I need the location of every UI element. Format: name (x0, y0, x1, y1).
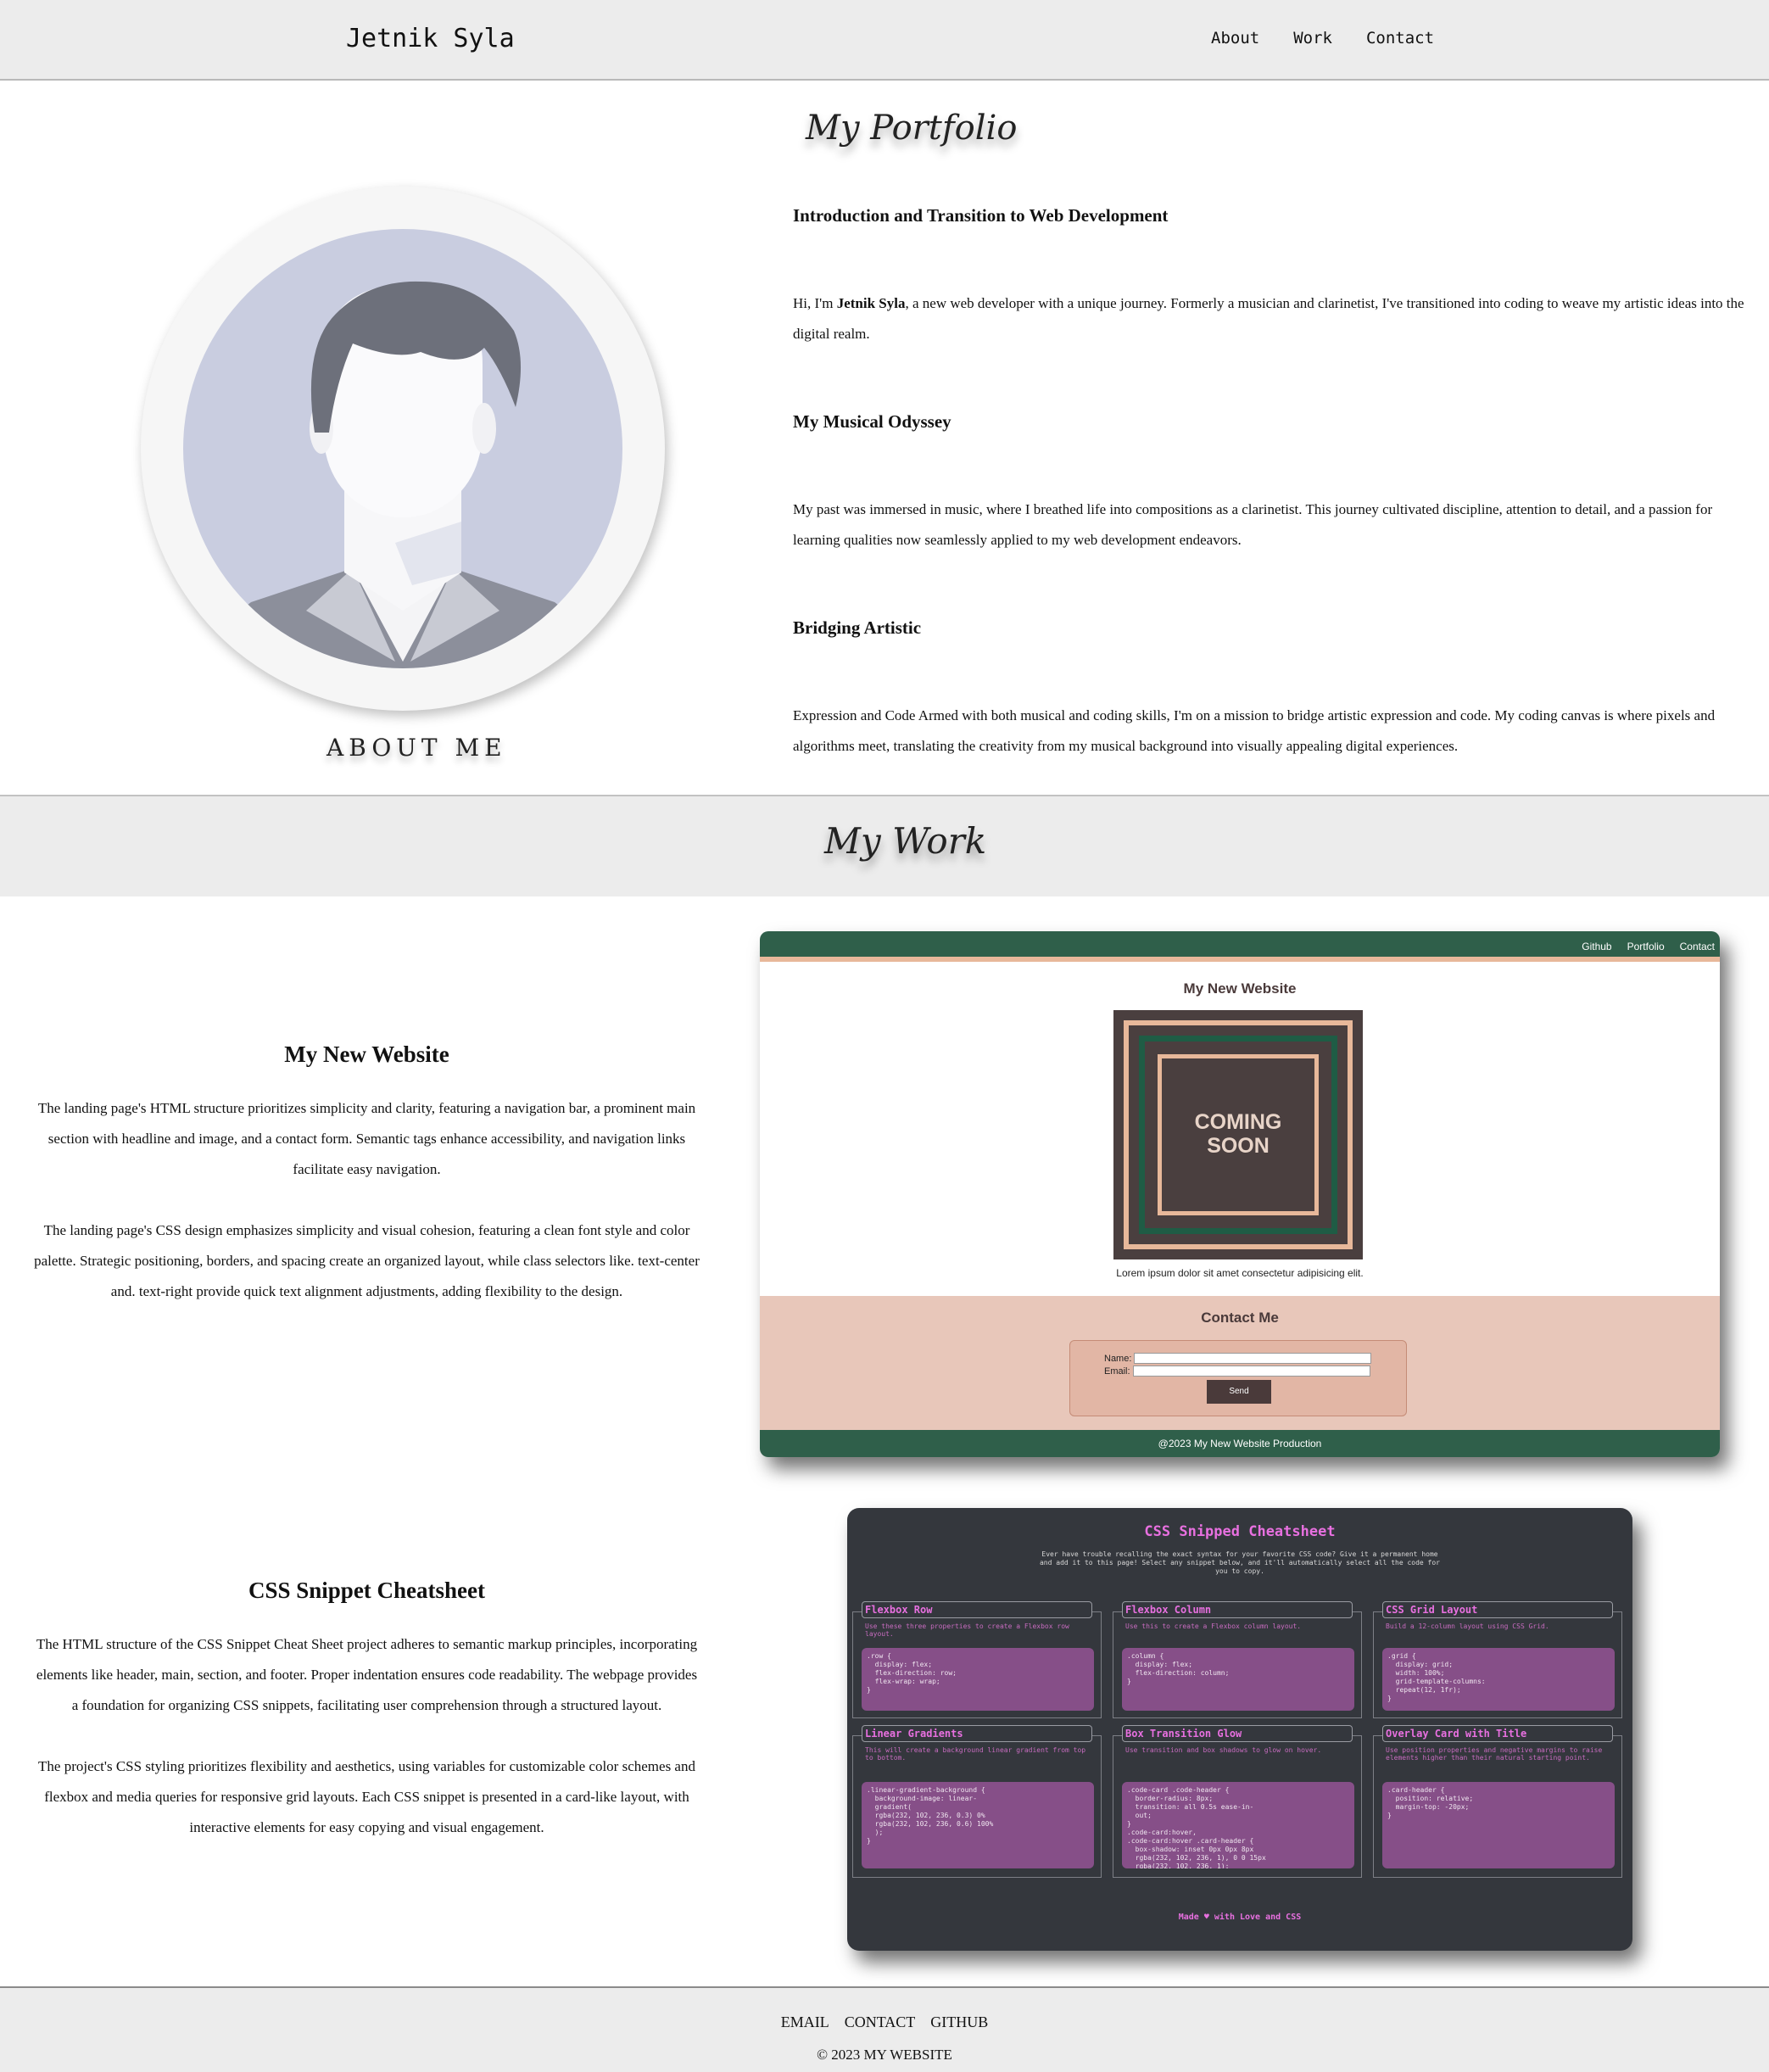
nav-contact-link[interactable]: Contact (1366, 29, 1434, 47)
snippet-card-code: .card-header { position: relative; margi… (1382, 1782, 1615, 1868)
preview-contact-heading: Contact Me (1201, 1310, 1279, 1326)
cheatsheet-footer: Made ♥ with Love and CSS (1178, 1913, 1302, 1922)
main-nav: About Work Contact (1211, 29, 1434, 47)
snippet-card-title: Flexbox Row (862, 1601, 1092, 1618)
preview-email-row: Email: (1104, 1366, 1370, 1377)
intro-text-start: Hi, I'm (793, 295, 837, 311)
preview-email-label: Email: (1104, 1366, 1130, 1377)
footer-contact-link[interactable]: CONTACT (845, 2013, 916, 2030)
site-brand[interactable]: Jetnik Syla (346, 24, 515, 53)
snippet-card: Linear Gradients This will create a back… (852, 1725, 1102, 1878)
preview-navbar: Github Portfolio Contact (760, 931, 1720, 962)
snippet-card: Overlay Card with Title Use position pro… (1373, 1725, 1622, 1878)
preview-contact-section: Contact Me Name: Email: Send (760, 1296, 1720, 1430)
preview-email-field (1132, 1366, 1370, 1377)
intro-heading: Introduction and Transition to Web Devel… (793, 205, 1169, 226)
work-title: My Work (824, 820, 987, 862)
snippet-card-code: .linear-gradient-background { background… (862, 1782, 1094, 1868)
snippet-card-code: .row { display: flex; flex-direction: ro… (862, 1648, 1094, 1711)
snippet-card-desc: This will create a background linear gra… (865, 1746, 1086, 1762)
avatar-illustration (183, 229, 622, 668)
preview-nav-link: Github (1582, 941, 1612, 952)
snippet-card-title: Linear Gradients (862, 1725, 1092, 1742)
music-heading: My Musical Odyssey (793, 411, 951, 432)
intro-text-end: , a new web developer with a unique jour… (793, 295, 1744, 342)
snippet-card-title: Flexbox Column (1122, 1601, 1353, 1618)
bridging-heading: Bridging Artistic (793, 617, 922, 638)
project-cheatsheet-description: CSS Snippet Cheatsheet The HTML structur… (34, 1578, 700, 1874)
coming-soon-text: SOON (1207, 1134, 1270, 1158)
about-me-label: ABOUT ME (326, 734, 507, 762)
footer-email-link[interactable]: EMAIL (781, 2013, 829, 2030)
site-header: Jetnik Syla About Work Contact (0, 0, 1769, 81)
preview-nav-link: Contact (1679, 941, 1715, 952)
intro-name: Jetnik Syla (836, 295, 906, 311)
intro-text: Hi, I'm Jetnik Syla, a new web developer… (793, 288, 1751, 349)
snippet-card-title: CSS Grid Layout (1382, 1601, 1613, 1618)
project-website-paragraph: The landing page's CSS design emphasizes… (34, 1222, 700, 1299)
site-footer: EMAIL CONTACT GITHUB © 2023 MY WEBSITE (0, 1986, 1769, 2072)
preview-caption: Lorem ipsum dolor sit amet consectetur a… (1116, 1267, 1364, 1279)
snippet-card-desc: Use this to create a Flexbox column layo… (1125, 1622, 1302, 1630)
snippet-card-desc: Use transition and box shadows to glow o… (1125, 1746, 1322, 1754)
preview-nav-link: Portfolio (1627, 941, 1665, 952)
avatar (141, 187, 665, 711)
project-website-paragraph: The landing page's HTML structure priori… (37, 1100, 696, 1177)
music-text: My past was immersed in music, where I b… (793, 501, 1713, 548)
snippet-card-desc: Use these three properties to create a F… (865, 1622, 1069, 1638)
snippet-card-code: .column { display: flex; flex-direction:… (1122, 1648, 1354, 1711)
cheatsheet-title: CSS Snipped Cheatsheet (1144, 1523, 1336, 1540)
footer-links: EMAIL CONTACT GITHUB (0, 2013, 1769, 2031)
project-website-preview[interactable]: Github Portfolio Contact My New Website … (760, 931, 1720, 1457)
copyright: © 2023 MY WEBSITE (817, 2047, 952, 2063)
project-cheatsheet-paragraph: The HTML structure of the CSS Snippet Ch… (36, 1636, 698, 1713)
coming-soon-text: COMING (1194, 1110, 1282, 1134)
work-banner: My Work (0, 795, 1769, 896)
snippet-card: Flexbox Column Use this to create a Flex… (1113, 1601, 1362, 1718)
snippet-card: CSS Grid Layout Build a 12-column layout… (1373, 1601, 1622, 1718)
snippet-card-desc: Use position properties and negative mar… (1386, 1746, 1603, 1762)
project-website-description: My New Website The landing page's HTML s… (34, 1042, 700, 1338)
project-cheatsheet-preview[interactable]: CSS Snipped Cheatsheet Ever have trouble… (847, 1508, 1632, 1951)
project-cheatsheet-paragraph: The project's CSS styling prioritizes fl… (38, 1758, 695, 1835)
preview-contact-form: Name: Email: Send (1069, 1340, 1407, 1416)
project-website-title: My New Website (284, 1042, 449, 1067)
snippet-card-desc: Build a 12-column layout using CSS Grid. (1386, 1622, 1549, 1630)
snippet-card-code: .grid { display: grid; width: 100%; grid… (1382, 1648, 1615, 1711)
snippet-card-code: .code-card .code-header { border-radius:… (1122, 1782, 1354, 1868)
preview-send-button: Send (1207, 1380, 1271, 1404)
portfolio-title: My Portfolio (806, 109, 1018, 148)
cheatsheet-subtitle: Ever have trouble recalling the exact sy… (1039, 1550, 1440, 1575)
nav-work-link[interactable]: Work (1293, 29, 1332, 47)
snippet-card-title: Box Transition Glow (1122, 1725, 1353, 1742)
preview-title: My New Website (1183, 980, 1297, 997)
coming-soon-image: COMING SOON (1113, 1010, 1363, 1259)
snippet-card: Flexbox Row Use these three properties t… (852, 1601, 1102, 1718)
project-cheatsheet-title: CSS Snippet Cheatsheet (248, 1578, 486, 1603)
preview-name-field (1134, 1353, 1372, 1364)
preview-footer: @2023 My New Website Production (760, 1430, 1720, 1457)
bridging-text: Expression and Code Armed with both musi… (793, 707, 1716, 754)
nav-about-link[interactable]: About (1211, 29, 1259, 47)
preview-name-row: Name: (1104, 1353, 1372, 1364)
preview-name-label: Name: (1104, 1353, 1132, 1364)
snippet-card: Box Transition Glow Use transition and b… (1113, 1725, 1362, 1878)
footer-github-link[interactable]: GITHUB (930, 2013, 988, 2030)
snippet-card-title: Overlay Card with Title (1382, 1725, 1613, 1742)
